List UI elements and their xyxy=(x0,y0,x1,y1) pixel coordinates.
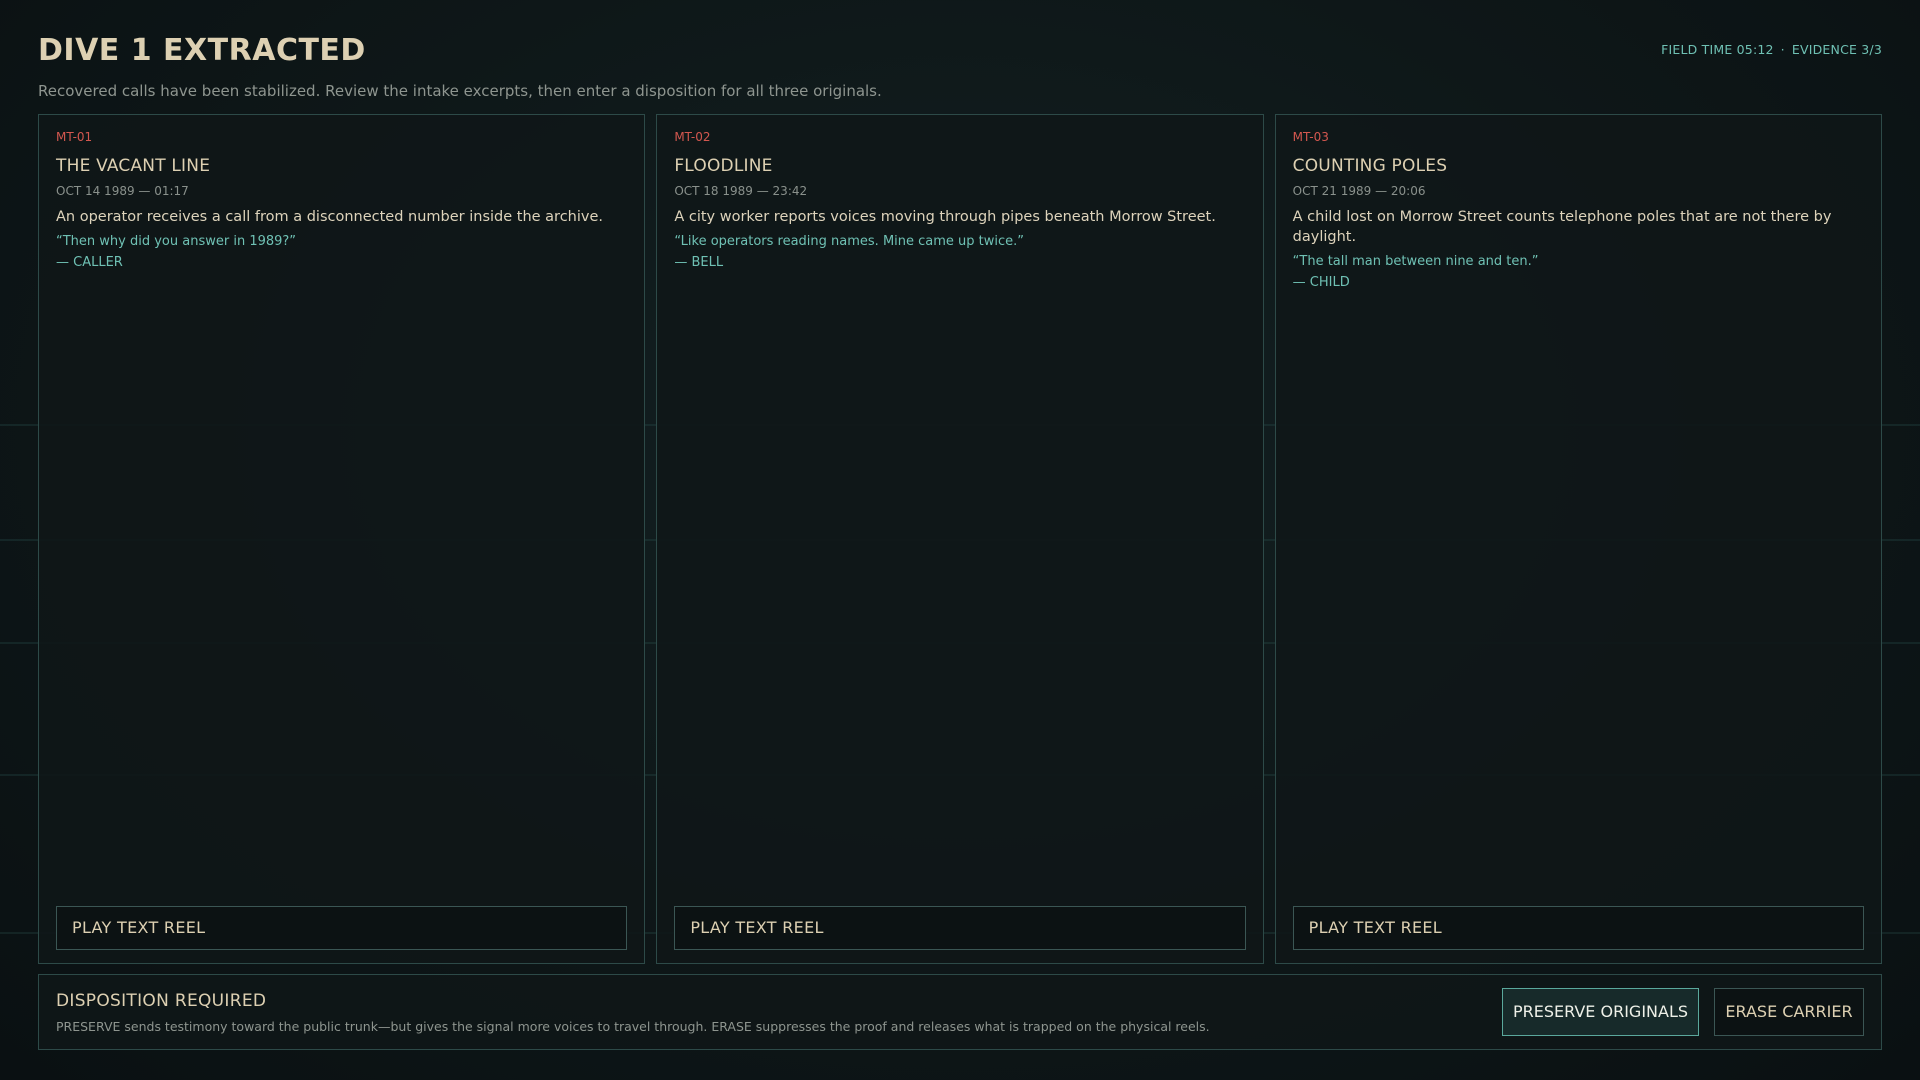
card-date: OCT 14 1989 — 01:17 xyxy=(56,184,189,198)
disposition-title: DISPOSITION REQUIRED xyxy=(56,991,267,1011)
card-description: A city worker reports voices moving thro… xyxy=(674,209,1216,225)
evidence-card-mt-01: MT-01 THE VACANT LINE OCT 14 1989 — 01:1… xyxy=(38,114,646,964)
disposition-description: PRESERVE sends testimony toward the publ… xyxy=(56,1019,1210,1034)
card-speaker: — CHILD xyxy=(1292,275,1350,290)
card-id: MT-02 xyxy=(674,130,711,144)
disposition-panel: DISPOSITION REQUIRED PRESERVE sends test… xyxy=(38,974,1882,1050)
card-description: A child lost on Morrow Street counts tel… xyxy=(1292,209,1832,245)
card-quote: “Then why did you answer in 1989?” xyxy=(56,234,297,249)
card-speaker: — CALLER xyxy=(56,255,123,270)
field-time: FIELD TIME 05:12 xyxy=(1661,42,1774,57)
play-text-reel-button[interactable]: PLAY TEXT REEL xyxy=(56,906,628,950)
evidence-card-mt-02: MT-02 FLOODLINE OCT 18 1989 — 23:42 A ci… xyxy=(656,114,1264,964)
card-title: COUNTING POLES xyxy=(1292,156,1448,176)
preserve-originals-button[interactable]: PRESERVE ORIGINALS xyxy=(1502,988,1699,1036)
evidence-card-mt-03: MT-03 COUNTING POLES OCT 21 1989 — 20:06… xyxy=(1274,114,1882,964)
card-quote: “Like operators reading names. Mine came… xyxy=(674,234,1025,249)
play-text-reel-button[interactable]: PLAY TEXT REEL xyxy=(674,906,1246,950)
card-id: MT-01 xyxy=(56,130,93,144)
card-date: OCT 21 1989 — 20:06 xyxy=(1292,184,1426,198)
card-quote: “The tall man between nine and ten.” xyxy=(1292,254,1539,269)
erase-carrier-button[interactable]: ERASE CARRIER xyxy=(1714,988,1864,1036)
card-title: FLOODLINE xyxy=(674,156,773,176)
card-description: An operator receives a call from a disco… xyxy=(56,209,603,225)
card-id: MT-03 xyxy=(1292,130,1329,144)
evidence-count: EVIDENCE 3/3 xyxy=(1791,42,1882,57)
page-subtitle: Recovered calls have been stabilized. Re… xyxy=(38,82,882,100)
card-title: THE VACANT LINE xyxy=(56,156,211,176)
status-readout: FIELD TIME 05:12 · EVIDENCE 3/3 xyxy=(1661,42,1882,57)
card-date: OCT 18 1989 — 23:42 xyxy=(674,184,808,198)
play-text-reel-button[interactable]: PLAY TEXT REEL xyxy=(1292,906,1864,950)
header: DIVE 1 EXTRACTED Recovered calls have be… xyxy=(38,30,1882,101)
separator: · xyxy=(1780,42,1785,57)
page-title: DIVE 1 EXTRACTED xyxy=(38,33,366,68)
evidence-cards: MT-01 THE VACANT LINE OCT 14 1989 — 01:1… xyxy=(38,114,1882,964)
extraction-screen: DIVE 1 EXTRACTED Recovered calls have be… xyxy=(0,0,1920,1080)
card-speaker: — BELL xyxy=(674,255,724,270)
